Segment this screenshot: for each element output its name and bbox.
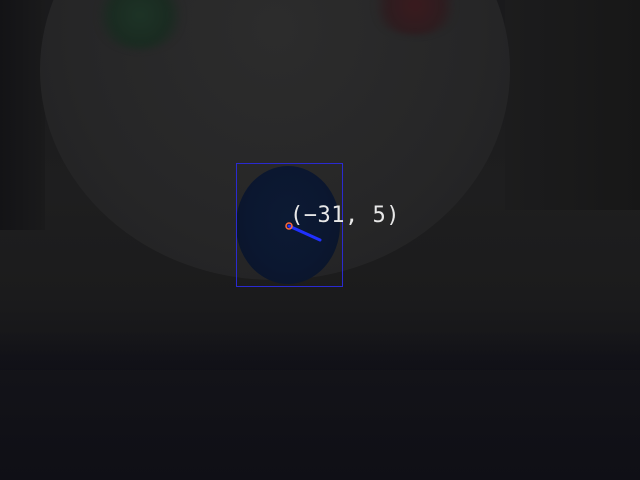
camera-frame: (−31, 5) bbox=[0, 0, 640, 480]
coordinate-readout: (−31, 5) bbox=[290, 203, 400, 228]
direction-vector bbox=[287, 224, 322, 242]
tracking-overlay bbox=[285, 222, 322, 242]
